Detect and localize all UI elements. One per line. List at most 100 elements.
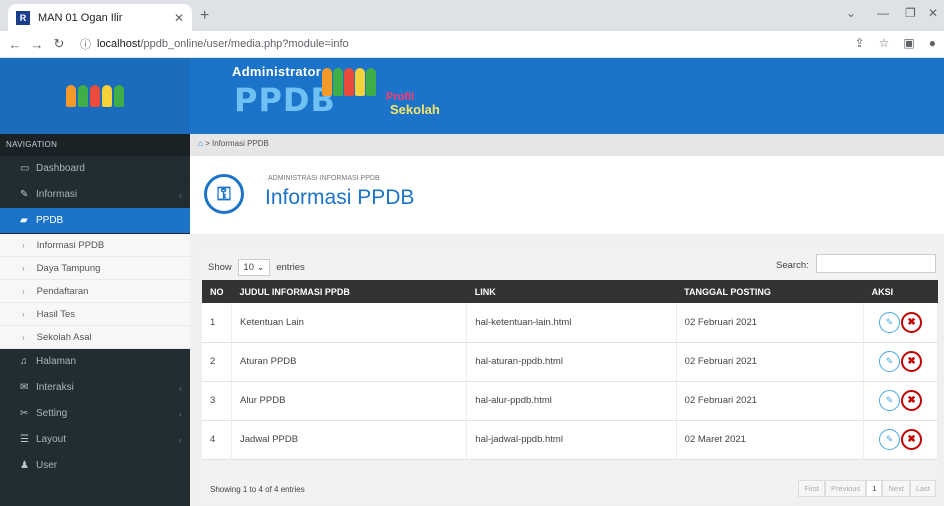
entries-select[interactable]: 10 ⌄: [238, 259, 270, 276]
submenu-label: Informasi PPDB: [36, 239, 105, 251]
profile-icon[interactable]: ●: [929, 36, 936, 50]
banner-ppdb: PPDB: [234, 81, 336, 119]
cell-tanggal: 02 Februari 2021: [676, 342, 865, 381]
entries-value: 10: [243, 262, 254, 273]
monitor-icon: ▭: [20, 163, 30, 174]
chevron-down-icon: ⌄: [256, 262, 265, 273]
delete-icon[interactable]: ✖: [901, 311, 923, 333]
url-text: localhost/ppdb_online/user/media.php?mod…: [97, 38, 349, 50]
submenu-label: Pendaftaran: [36, 285, 89, 297]
pager-next[interactable]: Next: [882, 480, 910, 497]
column-header[interactable]: NO: [202, 280, 232, 303]
forward-icon[interactable]: →: [26, 37, 48, 52]
chevron-right-icon: ›: [22, 240, 25, 250]
delete-icon[interactable]: ✖: [901, 390, 923, 411]
restore-icon[interactable]: ❐: [905, 6, 916, 20]
tab-title: MAN 01 Ogan Ilir: [38, 11, 123, 24]
entries-info: Showing 1 to 4 of 4 entries: [210, 485, 305, 494]
sidebar-item-ppdb[interactable]: ▰ PPDB: [0, 208, 190, 234]
column-header[interactable]: JUDUL INFORMASI PPDB: [232, 280, 467, 303]
submenu-item-daya-tampung[interactable]: › Daya Tampung: [0, 257, 190, 280]
length-control: Show 10 ⌄ entries: [208, 259, 305, 276]
share-icon[interactable]: ⇪: [855, 36, 865, 50]
edit-icon[interactable]: ✎: [879, 351, 901, 372]
logo[interactable]: [0, 58, 190, 134]
browser-tab-bar: R MAN 01 Ogan Ilir ✕ + ⌄ — ❐ ✕: [0, 0, 944, 31]
delete-icon[interactable]: ✖: [901, 351, 923, 372]
breadcrumb-separator: >: [205, 139, 212, 148]
search-input[interactable]: [816, 254, 936, 273]
sidebar-item-label: Informasi: [36, 189, 78, 200]
window-close-icon[interactable]: ✕: [928, 6, 938, 20]
sidebar-item-halaman[interactable]: ♫ Halaman: [0, 349, 190, 375]
sidebar-item-dashboard[interactable]: ▭ Dashboard: [0, 156, 190, 182]
submenu-item-hasil-tes[interactable]: › Hasil Tes: [0, 303, 190, 326]
back-icon[interactable]: ←: [4, 37, 26, 52]
sidebar-item-label: User: [36, 460, 58, 471]
new-tab-icon[interactable]: +: [200, 7, 209, 25]
table-row: 4 Jadwal PPDB hal-jadwal-ppdb.html 02 Ma…: [202, 420, 938, 459]
key-icon: ⚿: [204, 174, 244, 214]
chevron-left-icon: ‹: [179, 189, 182, 200]
search-label: Search:: [776, 260, 809, 271]
chevron-right-icon: ›: [22, 309, 25, 319]
column-header[interactable]: TANGGAL POSTING: [676, 280, 863, 303]
sidebar-item-label: PPDB: [36, 215, 64, 226]
column-header[interactable]: LINK: [467, 280, 676, 303]
pager-previous[interactable]: Previous: [825, 480, 867, 497]
delete-icon[interactable]: ✖: [901, 429, 923, 450]
cell-link: hal-alur-ppdb.html: [466, 381, 677, 420]
browser-tab[interactable]: R MAN 01 Ogan Ilir ✕: [8, 4, 192, 31]
layout-icon: ☰: [20, 434, 29, 445]
sidepanel-icon[interactable]: ▣: [903, 36, 914, 50]
edit-icon[interactable]: ✎: [879, 311, 901, 333]
pagination: First Previous 1 Next Last: [798, 480, 936, 497]
url-host: localhost: [97, 38, 141, 50]
cell-aksi: ✎ ✖: [863, 342, 938, 381]
cell-judul: Ketentuan Lain: [231, 303, 468, 342]
sidebar-item-label: Interaksi: [36, 382, 74, 393]
sidebar-item-label: Dashboard: [36, 163, 85, 174]
banner-sekolah: Sekolah: [390, 102, 440, 117]
reload-icon[interactable]: ↻: [48, 36, 70, 52]
wrench-icon: ✂: [20, 408, 29, 419]
cell-link: hal-jadwal-ppdb.html: [466, 420, 677, 459]
header-banner: Administrator PPDB Profil Sekolah: [230, 64, 470, 124]
tab-close-icon[interactable]: ✕: [174, 11, 184, 25]
edit-icon[interactable]: ✎: [879, 390, 901, 411]
sidebar-item-setting[interactable]: ✂ Setting ‹: [0, 401, 190, 427]
submenu-item-sekolah-asal[interactable]: › Sekolah Asal: [0, 326, 190, 349]
pager-last[interactable]: Last: [909, 480, 936, 497]
minimize-icon[interactable]: —: [877, 6, 889, 20]
sidebar-item-layout[interactable]: ☰ Layout ‹: [0, 427, 190, 453]
submenu-item-pendaftaran[interactable]: › Pendaftaran: [0, 280, 190, 303]
user-icon: ♟: [20, 460, 29, 471]
sidebar-item-interaksi[interactable]: ✉ Interaksi ‹: [0, 375, 190, 401]
table-row: 2 Aturan PPDB hal-aturan-ppdb.html 02 Fe…: [202, 342, 938, 381]
tab-search-icon[interactable]: ⌄: [846, 6, 856, 20]
datatable-controls: Show 10 ⌄ entries Search:: [202, 246, 938, 280]
edit-icon[interactable]: ✎: [879, 429, 901, 450]
pager-current[interactable]: 1: [866, 480, 883, 497]
chevron-left-icon: ‹: [179, 434, 182, 445]
info-table: NO JUDUL INFORMASI PPDB LINK TANGGAL POS…: [202, 280, 938, 460]
submenu-item-informasi-ppdb[interactable]: › Informasi PPDB: [0, 234, 190, 257]
home-icon[interactable]: ⌂: [198, 139, 203, 148]
breadcrumb: ⌂ > Informasi PPDB: [190, 134, 944, 156]
cell-no: 4: [202, 420, 232, 459]
cell-tanggal: 02 Februari 2021: [676, 381, 865, 420]
sidebar-item-label: Setting: [36, 408, 68, 419]
bookmark-star-icon[interactable]: ☆: [879, 36, 890, 50]
sidebar-item-informasi[interactable]: ✎ Informasi ‹: [0, 182, 190, 208]
cell-judul: Aturan PPDB: [231, 342, 468, 381]
url-field[interactable]: ⓘ localhost/ppdb_online/user/media.php?m…: [80, 34, 834, 54]
chevron-right-icon: ›: [22, 332, 25, 342]
sidebar-item-label: Layout: [36, 434, 67, 445]
cell-no: 1: [202, 303, 232, 342]
site-info-icon[interactable]: ⓘ: [80, 36, 91, 52]
pager-first[interactable]: First: [798, 480, 826, 497]
breadcrumb-current: Informasi PPDB: [211, 139, 269, 148]
sidebar-item-user[interactable]: ♟ User: [0, 453, 190, 479]
chat-icon: ✉: [20, 382, 29, 393]
banner-administrator: Administrator: [232, 64, 322, 79]
